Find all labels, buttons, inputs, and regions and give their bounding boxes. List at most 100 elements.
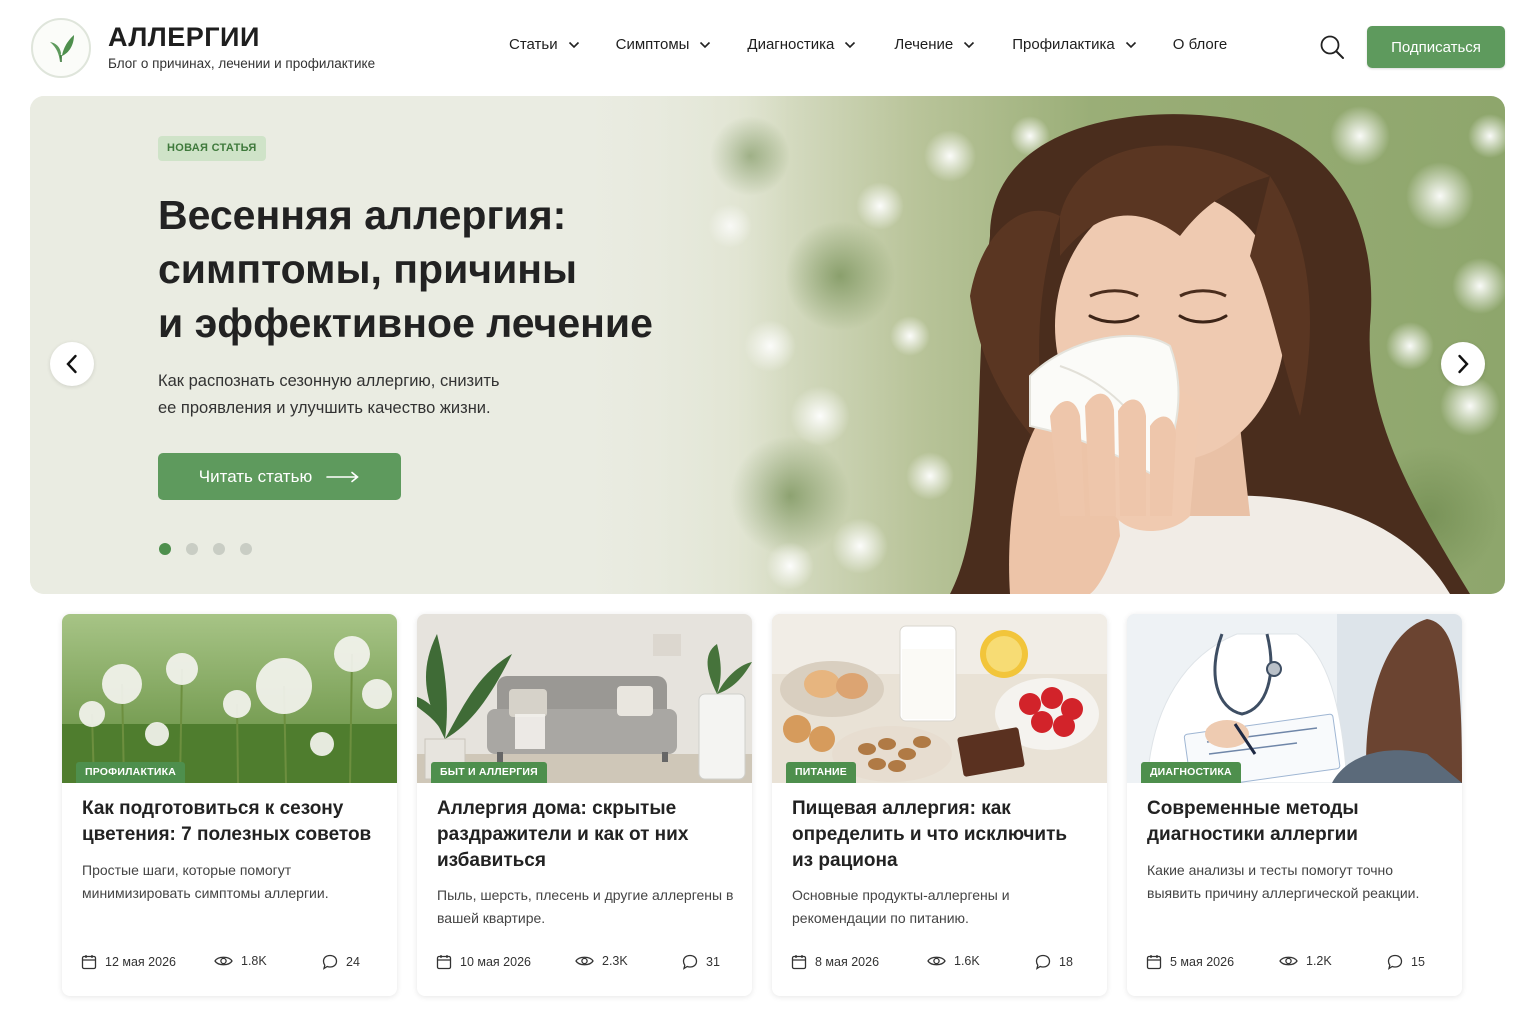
- hero-title[interactable]: Весенняя аллергия: симптомы, причины и э…: [158, 188, 718, 350]
- arrow-right-icon: [326, 471, 359, 482]
- eye-icon: [1279, 956, 1298, 966]
- nav-label: Лечение: [894, 36, 954, 53]
- card-comments[interactable]: 31: [682, 954, 720, 970]
- article-card[interactable]: ДИАГНОСТИКА Современные методы диагности…: [1127, 614, 1462, 996]
- card-views: 1.6K: [927, 954, 980, 968]
- site-subtitle: Блог о причинах, лечении и профилактике: [108, 56, 376, 71]
- nav-label: О блоге: [1172, 36, 1228, 53]
- hero-title-line: симптомы, причины: [158, 246, 578, 292]
- card-comments[interactable]: 24: [322, 954, 360, 970]
- slider-dot-1[interactable]: [159, 543, 171, 555]
- hero-slider: НОВАЯ СТАТЬЯ Весенняя аллергия: симптомы…: [30, 96, 1505, 594]
- site-header: АЛЛЕРГИИ Блог о причинах, лечении и проф…: [0, 0, 1536, 92]
- hero-title-line: Весенняя аллергия:: [158, 192, 567, 238]
- hero-desc-line: ее проявления и улучшить качество жизни.: [158, 399, 491, 417]
- nav-item-diagnostics[interactable]: Диагностика: [747, 36, 856, 53]
- slider-next-button[interactable]: [1441, 342, 1485, 386]
- chevron-down-icon: [568, 41, 579, 48]
- calendar-icon: [791, 955, 807, 970]
- slider-dot-4[interactable]: [240, 543, 252, 555]
- slider-dots: [159, 543, 252, 555]
- search-button[interactable]: [1318, 33, 1346, 61]
- card-description: Какие анализы и тесты помогут точно выяв…: [1147, 862, 1420, 901]
- card-date-text: 12 мая 2026: [105, 955, 176, 969]
- main-nav: Статьи Симптомы Диагностика Лечение Проф…: [509, 36, 1227, 53]
- subscribe-button[interactable]: Подписаться: [1367, 26, 1505, 68]
- chevron-down-icon: [845, 41, 856, 48]
- nav-label: Статьи: [509, 36, 558, 53]
- slider-dot-3[interactable]: [213, 543, 225, 555]
- article-cards: ПРОФИЛАКТИКА Как подготовиться к сезону …: [62, 614, 1462, 996]
- slider-prev-button[interactable]: [50, 342, 94, 386]
- card-views-text: 1.6K: [954, 954, 980, 968]
- card-views: 1.8K: [214, 954, 267, 968]
- nav-label: Симптомы: [615, 36, 690, 53]
- card-category-tag[interactable]: ПИТАНИЕ: [786, 762, 856, 783]
- card-comments-text: 15: [1411, 955, 1425, 969]
- card-comments-text: 24: [346, 955, 360, 969]
- comment-icon: [1387, 954, 1403, 970]
- card-comments[interactable]: 15: [1387, 954, 1425, 970]
- hero-description: Как распознать сезонную аллергию, снизит…: [158, 368, 558, 422]
- card-date-text: 5 мая 2026: [1170, 955, 1235, 969]
- hero-woman-image: [950, 114, 1470, 594]
- card-category-tag[interactable]: БЫТ И АЛЛЕРГИЯ: [431, 762, 547, 783]
- card-description: Основные продукты-аллергены и рекомендац…: [792, 887, 1010, 926]
- nav-label: Диагностика: [747, 36, 835, 53]
- article-card[interactable]: ПИТАНИЕ Пищевая аллергия: как определить…: [772, 614, 1107, 996]
- calendar-icon: [436, 955, 452, 970]
- read-article-button[interactable]: Читать статью: [158, 453, 401, 500]
- card-date: 10 мая 2026: [436, 954, 531, 970]
- slider-dot-2[interactable]: [186, 543, 198, 555]
- card-views-text: 2.3K: [602, 954, 628, 968]
- card-title[interactable]: Современные методы диагностики аллергии: [1147, 796, 1447, 848]
- card-meta: 10 мая 2026 2.3K 31: [436, 954, 736, 974]
- card-views: 1.2K: [1279, 954, 1332, 968]
- card-image-living-room: [417, 614, 752, 783]
- read-article-label: Читать статью: [198, 466, 313, 486]
- card-image-dandelions: [62, 614, 397, 783]
- card-date-text: 8 мая 2026: [815, 955, 880, 969]
- card-image-doctor: [1127, 614, 1462, 783]
- card-date: 5 мая 2026: [1146, 954, 1234, 970]
- chevron-down-icon: [700, 41, 711, 48]
- nav-label: Профилактика: [1012, 36, 1115, 53]
- nav-item-treatment[interactable]: Лечение: [894, 36, 975, 53]
- hero-title-line: и эффективное лечение: [158, 300, 653, 346]
- logo[interactable]: [31, 18, 91, 78]
- eye-icon: [575, 956, 594, 966]
- card-title[interactable]: Как подготовиться к сезону цветения: 7 п…: [82, 796, 382, 848]
- eye-icon: [214, 956, 233, 966]
- card-date: 8 мая 2026: [791, 954, 879, 970]
- chevron-down-icon: [1125, 41, 1136, 48]
- comment-icon: [322, 954, 338, 970]
- hero-desc-line: Как распознать сезонную аллергию, снизит…: [158, 372, 500, 390]
- card-description: Пыль, шерсть, плесень и другие аллергены…: [437, 887, 734, 926]
- calendar-icon: [1146, 955, 1162, 970]
- site-title[interactable]: АЛЛЕРГИИ: [108, 22, 260, 53]
- calendar-icon: [81, 955, 97, 970]
- chevron-down-icon: [964, 41, 975, 48]
- nav-item-about[interactable]: О блоге: [1173, 36, 1228, 53]
- card-meta: 5 мая 2026 1.2K 15: [1146, 954, 1446, 974]
- comment-icon: [1035, 954, 1051, 970]
- card-title[interactable]: Аллергия дома: скрытые раздражители и ка…: [437, 796, 737, 874]
- card-date: 12 мая 2026: [81, 954, 176, 970]
- card-title[interactable]: Пищевая аллергия: как определить и что и…: [792, 796, 1092, 874]
- card-category-tag[interactable]: ПРОФИЛАКТИКА: [76, 762, 186, 783]
- article-card[interactable]: ПРОФИЛАКТИКА Как подготовиться к сезону …: [62, 614, 397, 996]
- comment-icon: [682, 954, 698, 970]
- article-card[interactable]: БЫТ И АЛЛЕРГИЯ Аллергия дома: скрытые ра…: [417, 614, 752, 996]
- nav-item-symptoms[interactable]: Симптомы: [616, 36, 712, 53]
- card-comments[interactable]: 18: [1035, 954, 1073, 970]
- card-date-text: 10 мая 2026: [460, 955, 531, 969]
- card-comments-text: 31: [706, 955, 720, 969]
- card-views-text: 1.8K: [241, 954, 267, 968]
- card-views-text: 1.2K: [1306, 954, 1332, 968]
- chevron-left-icon: [66, 354, 77, 374]
- nav-item-articles[interactable]: Статьи: [509, 36, 580, 53]
- card-category-tag[interactable]: ДИАГНОСТИКА: [1141, 762, 1241, 783]
- card-views: 2.3K: [575, 954, 628, 968]
- nav-item-prevention[interactable]: Профилактика: [1012, 36, 1137, 53]
- card-meta: 12 мая 2026 1.8K 24: [81, 954, 381, 974]
